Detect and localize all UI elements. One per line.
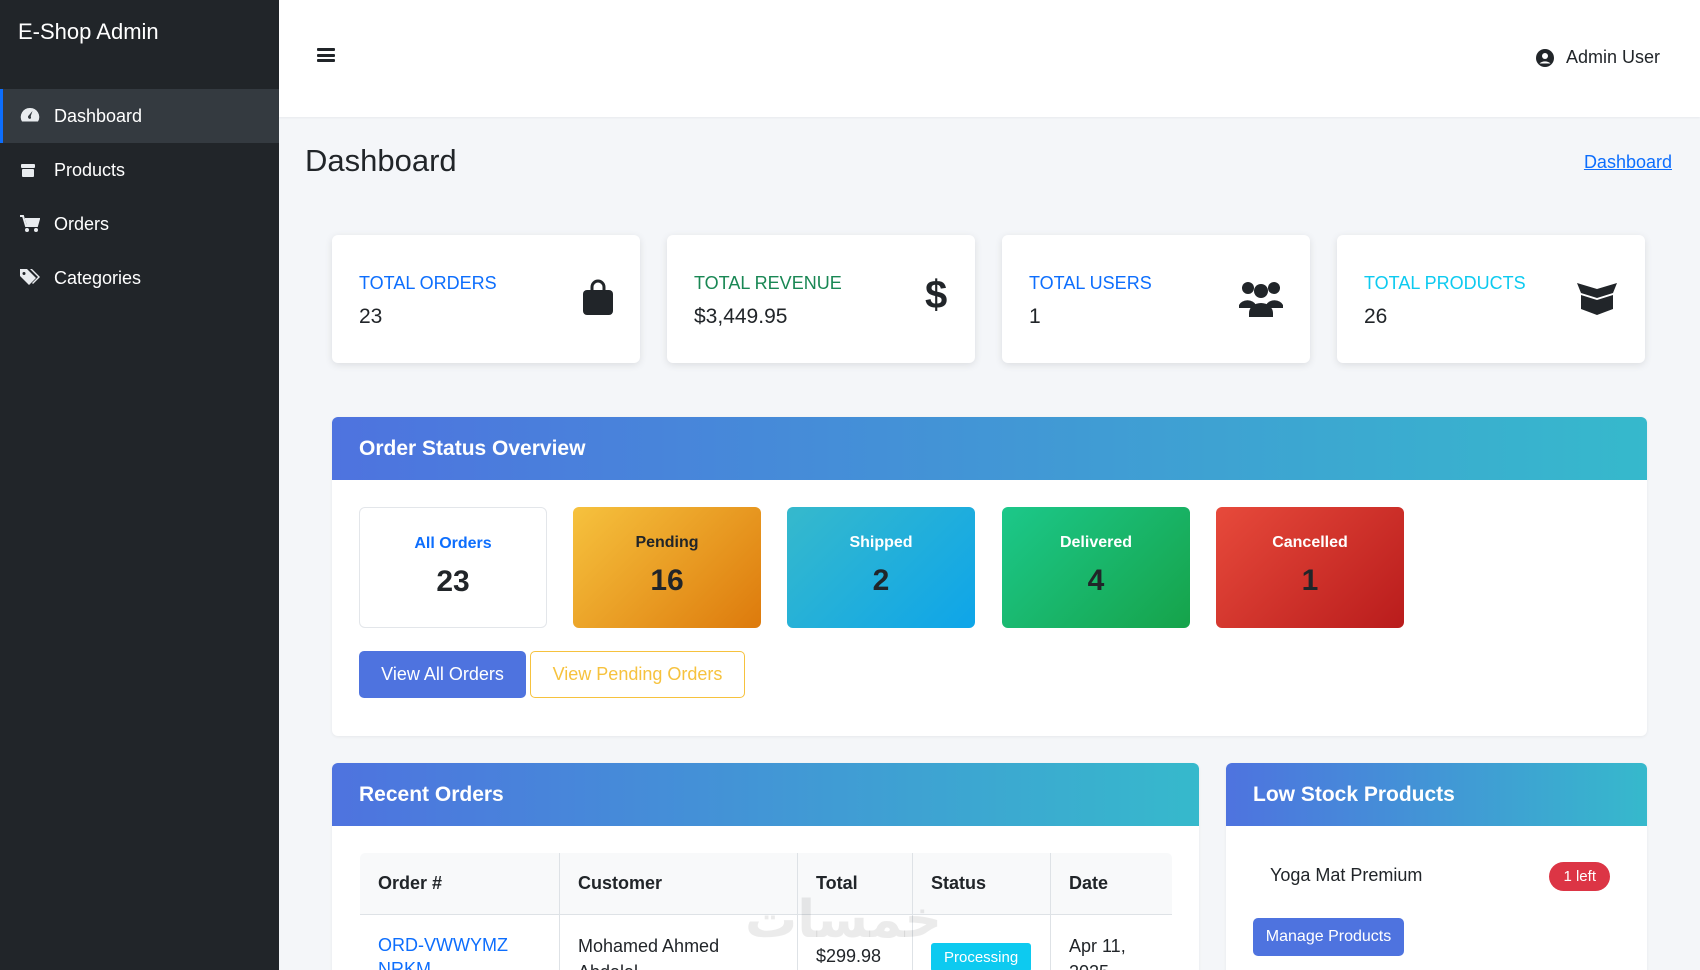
sidebar-item-label: Orders bbox=[54, 213, 110, 234]
low-stock-panel: Low Stock Products Yoga Mat Premium 1 le… bbox=[1226, 763, 1647, 970]
low-stock-item: Yoga Mat Premium 1 left bbox=[1270, 862, 1610, 892]
sidebar-item-label: Dashboard bbox=[54, 105, 143, 126]
status-count: 4 bbox=[1087, 564, 1105, 597]
status-box-pending[interactable]: Pending 16 bbox=[573, 507, 761, 628]
column-header: Order # bbox=[360, 853, 560, 915]
stat-card-users: TOTAL USERS 1 bbox=[1002, 235, 1310, 363]
stat-card-orders: TOTAL ORDERS 23 bbox=[332, 235, 640, 363]
breadcrumb-link[interactable]: Dashboard bbox=[1584, 152, 1672, 173]
status-box-all[interactable]: All Orders 23 bbox=[359, 507, 547, 628]
user-menu[interactable]: Admin User bbox=[1535, 47, 1660, 68]
sidebar-item-products[interactable]: Products bbox=[0, 143, 279, 197]
status-box-cancelled[interactable]: Cancelled 1 bbox=[1216, 507, 1404, 628]
panel-title: Low Stock Products bbox=[1226, 763, 1647, 826]
product-name: Yoga Mat Premium bbox=[1270, 865, 1423, 885]
stat-value: 1 bbox=[1029, 305, 1041, 328]
sidebar-item-label: Products bbox=[54, 159, 126, 180]
status-badge: Processing bbox=[931, 943, 1032, 970]
user-name: Admin User bbox=[1565, 47, 1660, 67]
recent-orders-panel: Recent Orders Order # Customer Total Sta… bbox=[332, 763, 1199, 970]
status-label: Shipped bbox=[849, 534, 913, 551]
stock-badge: 1 left bbox=[1549, 862, 1610, 891]
stat-label: TOTAL PRODUCTS bbox=[1364, 273, 1526, 293]
top-navbar: Admin User bbox=[279, 0, 1700, 117]
table-row: ORD-VWWYMZNRKM Mohamed Ahmed Abdalal $29… bbox=[360, 914, 1172, 970]
box-icon bbox=[20, 162, 54, 178]
order-status-panel: Order Status Overview All Orders 23 Pend… bbox=[332, 417, 1647, 736]
sidebar-item-dashboard[interactable]: Dashboard bbox=[0, 89, 279, 143]
dollar-icon: $ bbox=[925, 275, 947, 313]
column-header: Customer bbox=[559, 853, 798, 915]
status-label: All Orders bbox=[414, 535, 492, 552]
shopping-bag-icon bbox=[583, 279, 613, 315]
sidebar-item-categories[interactable]: Categories bbox=[0, 251, 279, 305]
tachometer-icon bbox=[20, 106, 54, 126]
stat-card-products: TOTAL PRODUCTS 26 bbox=[1337, 235, 1645, 363]
svg-text:$: $ bbox=[925, 275, 947, 313]
stat-label: TOTAL ORDERS bbox=[359, 273, 497, 293]
tags-icon bbox=[20, 269, 54, 287]
column-header: Total bbox=[797, 853, 913, 915]
stat-card-revenue: TOTAL REVENUE $3,449.95 $ bbox=[667, 235, 975, 363]
stat-value: 26 bbox=[1364, 305, 1388, 328]
column-header: Status bbox=[912, 853, 1051, 915]
stat-value: $3,449.95 bbox=[694, 305, 788, 328]
users-icon bbox=[1239, 282, 1283, 317]
sidebar-nav: Dashboard Products Orders Categories bbox=[0, 89, 279, 305]
cart-icon bbox=[20, 215, 54, 233]
customer-name: Mohamed Ahmed Abdalal bbox=[578, 936, 720, 970]
status-box-delivered[interactable]: Delivered 4 bbox=[1002, 507, 1190, 628]
status-count: 16 bbox=[650, 564, 684, 597]
status-count: 23 bbox=[436, 565, 470, 598]
status-label: Cancelled bbox=[1272, 534, 1348, 551]
sidebar-item-label: Categories bbox=[54, 267, 142, 288]
status-label: Delivered bbox=[1059, 534, 1133, 551]
order-total: $299.98 bbox=[816, 946, 882, 966]
panel-title: Recent Orders bbox=[332, 763, 1199, 826]
sidebar: E-Shop Admin Dashboard Products Orders C… bbox=[0, 0, 279, 970]
view-all-orders-button[interactable]: View All Orders bbox=[359, 651, 526, 698]
status-box-shipped[interactable]: Shipped 2 bbox=[787, 507, 975, 628]
open-box-icon bbox=[1577, 283, 1617, 315]
recent-orders-table: Order # Customer Total Status Date ORD-V… bbox=[359, 852, 1173, 970]
view-pending-orders-button[interactable]: View Pending Orders bbox=[530, 651, 745, 698]
menu-toggle-icon[interactable] bbox=[317, 48, 335, 62]
user-circle-icon bbox=[1535, 48, 1554, 67]
page-title: Dashboard bbox=[305, 143, 457, 178]
stat-label: TOTAL USERS bbox=[1029, 273, 1152, 293]
status-count: 1 bbox=[1301, 564, 1319, 597]
status-count: 2 bbox=[872, 564, 890, 597]
order-link[interactable]: ORD-VWWYMZNRKM bbox=[378, 933, 518, 970]
brand-title[interactable]: E-Shop Admin bbox=[0, 0, 279, 89]
column-header: Date bbox=[1050, 853, 1172, 915]
status-label: Pending bbox=[635, 534, 699, 551]
sidebar-item-orders[interactable]: Orders bbox=[0, 197, 279, 251]
manage-products-button[interactable]: Manage Products bbox=[1253, 918, 1404, 956]
stat-value: 23 bbox=[359, 305, 383, 328]
stat-label: TOTAL REVENUE bbox=[694, 273, 842, 293]
panel-title: Order Status Overview bbox=[332, 417, 1647, 480]
table-header-row: Order # Customer Total Status Date bbox=[360, 853, 1172, 915]
order-date: Apr 11, 2025 bbox=[1069, 936, 1126, 970]
